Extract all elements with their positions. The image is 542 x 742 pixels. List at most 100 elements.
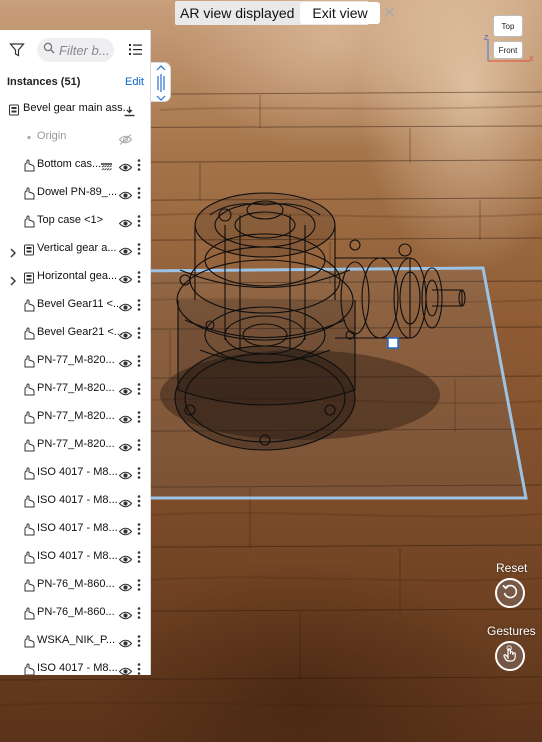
eye-icon[interactable]: [118, 440, 133, 452]
download-icon: [124, 104, 135, 117]
search-icon: [43, 41, 55, 59]
assembly-icon: [23, 243, 35, 256]
instance-row[interactable]: Bottom cas...: [0, 152, 150, 180]
filter-input[interactable]: [59, 42, 111, 58]
more-options-icon[interactable]: [137, 242, 141, 256]
chevron-right-icon[interactable]: [9, 245, 17, 258]
eye-icon[interactable]: [118, 384, 133, 396]
reset-button[interactable]: [495, 578, 525, 608]
more-options-icon[interactable]: [137, 354, 141, 368]
instance-row[interactable]: PN-77_M-820...: [0, 348, 150, 376]
more-options-icon[interactable]: [137, 606, 141, 620]
more-options-icon[interactable]: [137, 522, 141, 536]
instance-row[interactable]: ISO 4017 - M8...: [0, 516, 150, 544]
view-cube-front-face[interactable]: Front: [493, 41, 523, 59]
eye-icon[interactable]: [118, 412, 133, 424]
instance-row[interactable]: PN-77_M-820...: [0, 404, 150, 432]
more-options-icon[interactable]: [137, 158, 141, 172]
more-options-icon[interactable]: [137, 438, 141, 452]
eye-icon[interactable]: [118, 580, 133, 592]
edit-link[interactable]: Edit: [125, 76, 144, 88]
part-icon: [23, 159, 35, 172]
axis-x-label: X: [529, 56, 534, 63]
instance-label: ISO 4017 - M8...: [37, 550, 118, 562]
instance-row[interactable]: PN-77_M-820...: [0, 376, 150, 404]
search-box[interactable]: [37, 38, 114, 62]
instance-row[interactable]: Bevel Gear21 <...: [0, 320, 150, 348]
instance-row[interactable]: Bevel Gear11 <...: [0, 292, 150, 320]
eye-icon[interactable]: [118, 216, 133, 228]
eye-icon[interactable]: [118, 272, 133, 284]
eye-icon[interactable]: [118, 608, 133, 620]
instances-panel: Instances (51) Edit Bevel gear main ass.…: [0, 30, 151, 675]
instance-label: Bottom cas...: [37, 158, 102, 170]
instances-header: Instances (51) Edit: [0, 73, 150, 93]
gestures-button[interactable]: [495, 641, 525, 671]
instance-label: Dowel PN-89_...: [37, 186, 118, 198]
instance-row[interactable]: Top case <1>: [0, 208, 150, 236]
instance-label: ISO 4017 - M8...: [37, 522, 118, 534]
chevron-right-icon[interactable]: [9, 273, 17, 286]
instance-label: PN-77_M-820...: [37, 410, 115, 422]
instance-label: ISO 4017 - M8...: [37, 494, 118, 506]
instance-tree: Bevel gear main ass... Origin Bottom cas..…: [0, 96, 150, 675]
axis-z-label: Z: [484, 35, 489, 42]
part-icon: [23, 579, 35, 592]
more-options-icon[interactable]: [137, 634, 141, 648]
eye-icon[interactable]: [118, 188, 133, 200]
filter-icon[interactable]: [9, 42, 25, 58]
eye-hidden-icon[interactable]: [118, 132, 133, 145]
eye-icon[interactable]: [118, 468, 133, 480]
reset-label: Reset: [496, 561, 528, 575]
part-icon: [23, 187, 35, 200]
instance-row[interactable]: Vertical gear a...: [0, 236, 150, 264]
instance-row[interactable]: ISO 4017 - M8...: [0, 656, 150, 675]
more-options-icon[interactable]: [137, 550, 141, 564]
instance-row[interactable]: Origin: [0, 124, 150, 152]
instance-row[interactable]: Dowel PN-89_...: [0, 180, 150, 208]
instance-row[interactable]: PN-77_M-820...: [0, 432, 150, 460]
more-options-icon[interactable]: [137, 662, 141, 675]
more-options-icon[interactable]: [137, 214, 141, 228]
more-options-icon[interactable]: [137, 298, 141, 312]
view-cube-top-face[interactable]: Top: [493, 15, 523, 37]
panel-resize-handle[interactable]: [151, 62, 171, 102]
eye-icon[interactable]: [118, 300, 133, 312]
view-cube[interactable]: Z X Top Front: [484, 13, 536, 65]
more-options-icon[interactable]: [137, 326, 141, 340]
close-icon[interactable]: ✕: [383, 3, 396, 23]
list-view-icon[interactable]: [129, 43, 142, 56]
part-icon: [23, 327, 35, 340]
instance-row[interactable]: Bevel gear main ass...: [0, 96, 150, 124]
instance-row[interactable]: ISO 4017 - M8...: [0, 460, 150, 488]
eye-icon[interactable]: [118, 552, 133, 564]
instance-row[interactable]: ISO 4017 - M8...: [0, 544, 150, 572]
instance-row[interactable]: Horizontal gea...: [0, 264, 150, 292]
eye-icon[interactable]: [118, 636, 133, 648]
ar-status-text: AR view displayed: [180, 5, 295, 21]
instance-row[interactable]: PN-76_M-860...: [0, 572, 150, 600]
more-options-icon[interactable]: [137, 466, 141, 480]
more-options-icon[interactable]: [137, 270, 141, 284]
eye-icon[interactable]: [118, 160, 133, 172]
instance-label: Origin: [37, 130, 67, 142]
eye-icon[interactable]: [118, 328, 133, 340]
instance-row[interactable]: ISO 4017 - M8...: [0, 488, 150, 516]
reset-icon: [501, 582, 519, 605]
more-options-icon[interactable]: [137, 382, 141, 396]
more-options-icon[interactable]: [137, 578, 141, 592]
instance-label: PN-77_M-820...: [37, 354, 115, 366]
eye-icon[interactable]: [118, 356, 133, 368]
instance-label: PN-76_M-860...: [37, 578, 115, 590]
eye-icon[interactable]: [118, 496, 133, 508]
instance-row[interactable]: WSKA_NIK_P...: [0, 628, 150, 656]
instance-row[interactable]: PN-76_M-860...: [0, 600, 150, 628]
more-options-icon[interactable]: [137, 494, 141, 508]
part-icon: [23, 383, 35, 396]
eye-icon[interactable]: [118, 664, 133, 675]
more-options-icon[interactable]: [137, 410, 141, 424]
more-options-icon[interactable]: [137, 186, 141, 200]
exit-view-button[interactable]: Exit view: [300, 2, 380, 24]
eye-icon[interactable]: [118, 244, 133, 256]
eye-icon[interactable]: [118, 524, 133, 536]
